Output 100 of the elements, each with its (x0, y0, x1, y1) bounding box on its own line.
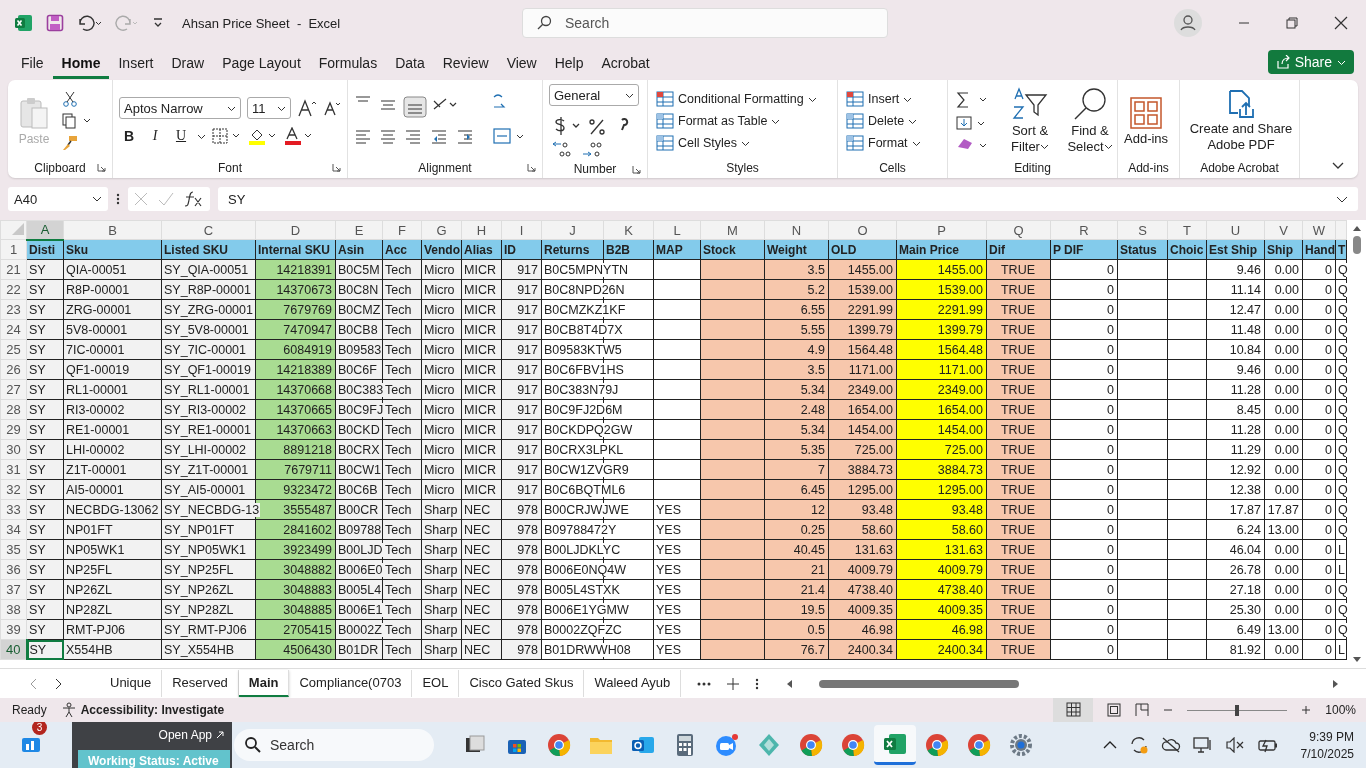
settings-icon[interactable] (1009, 733, 1033, 757)
column-header[interactable]: T (1183, 222, 1191, 238)
video-meeting-icon[interactable] (714, 733, 740, 757)
accessibility-status[interactable]: Accessibility: Investigate (60, 702, 225, 718)
customize-toolbar-icon[interactable] (152, 17, 164, 29)
sheet-tab[interactable]: Cisco Gated Skus (459, 670, 585, 697)
more-sheets-icon[interactable] (697, 681, 712, 686)
copy-icon[interactable] (62, 113, 92, 129)
excel-icon[interactable] (883, 731, 907, 756)
column-header[interactable]: I (519, 222, 524, 238)
scroll-left-icon[interactable] (785, 678, 794, 689)
find-select-button[interactable]: Find & Select (1064, 87, 1116, 155)
sheet-tab[interactable]: Reserved (162, 670, 239, 697)
sheet-tab[interactable]: Unique (100, 670, 163, 697)
taskbar-search-field[interactable]: Search (234, 729, 434, 761)
add-sheet-icon[interactable] (727, 677, 740, 690)
increase-font-icon[interactable] (297, 99, 317, 117)
scroll-thumb[interactable] (819, 679, 1020, 688)
column-header[interactable]: E (354, 222, 364, 238)
scroll-right-icon[interactable] (1332, 678, 1340, 689)
zoom-level[interactable]: 100% (1325, 703, 1356, 717)
font-color-icon[interactable] (284, 127, 314, 145)
chrome-icon[interactable] (841, 733, 865, 757)
font-size-dropdown[interactable]: 11 (247, 97, 291, 119)
style-menu-button[interactable]: Conditional Formatting (654, 90, 819, 108)
ribbon-tab[interactable]: Draw (162, 48, 214, 79)
chrome-icon[interactable] (925, 733, 949, 757)
column-header[interactable]: J (569, 222, 576, 238)
style-menu-button[interactable]: Cell Styles (654, 134, 819, 152)
column-header[interactable]: U (1230, 222, 1241, 238)
undo-icon[interactable] (76, 14, 102, 32)
sheet-tab[interactable]: EOL (412, 670, 460, 697)
sheet-tab[interactable]: Main (238, 670, 290, 697)
scroll-down-icon[interactable] (1351, 656, 1362, 664)
clock-time[interactable]: 9:39 PM (1309, 729, 1354, 744)
page-layout-icon[interactable] (1107, 703, 1122, 717)
clock-date[interactable]: 7/10/2025 (1300, 746, 1354, 761)
calculator-icon[interactable] (675, 733, 695, 757)
zoom-slider[interactable] (1235, 704, 1240, 716)
bold-button[interactable]: B (119, 128, 139, 144)
close-icon[interactable] (1334, 16, 1348, 30)
collapse-ribbon-icon[interactable] (1332, 162, 1344, 170)
cells-menu-button[interactable]: Delete (844, 112, 923, 130)
column-header[interactable]: D (290, 222, 301, 238)
column-header[interactable]: K (624, 222, 633, 238)
volume-muted-icon[interactable] (1224, 737, 1245, 753)
chevron-up-icon[interactable] (1102, 740, 1117, 750)
ribbon-tab[interactable]: Page Layout (213, 48, 310, 79)
expand-icon[interactable] (1336, 194, 1348, 204)
dialog-launcher-icon[interactable] (632, 165, 641, 174)
column-header[interactable]: P (937, 222, 946, 238)
dialog-launcher-icon[interactable] (97, 163, 106, 172)
create-pdf-button[interactable]: Create and Share Adobe PDF (1186, 89, 1296, 153)
battery-icon[interactable] (1256, 737, 1279, 753)
name-box[interactable]: A40 (8, 187, 108, 211)
column-header[interactable]: F (398, 222, 406, 238)
zoom-in-icon[interactable] (1301, 705, 1312, 715)
save-icon[interactable] (46, 14, 64, 32)
formula-field[interactable]: SY (218, 187, 1358, 211)
insert-function-icon[interactable] (184, 191, 204, 207)
column-header[interactable]: V (1279, 222, 1288, 238)
more-icon[interactable] (116, 193, 120, 205)
number-format-dropdown[interactable]: General (549, 84, 639, 106)
dialog-launcher-icon[interactable] (332, 163, 341, 172)
page-break-icon[interactable] (1135, 703, 1150, 717)
ribbon-tab[interactable]: Insert (109, 48, 163, 79)
ribbon-tab[interactable]: Help (545, 48, 593, 79)
column-header[interactable]: M (727, 222, 738, 238)
share-button[interactable]: Share (1267, 50, 1354, 74)
search-field[interactable]: Search (522, 8, 888, 38)
ribbon-tab[interactable]: View (497, 48, 546, 79)
chrome-icon[interactable] (967, 733, 991, 757)
sheet-tab[interactable]: Compliance(0703 (289, 670, 413, 697)
column-header[interactable]: B (108, 222, 117, 238)
scroll-up-icon[interactable] (1351, 224, 1362, 232)
column-header[interactable]: R (1079, 222, 1089, 238)
next-sheet-icon[interactable] (54, 677, 64, 690)
scroll-thumb[interactable] (1352, 236, 1361, 254)
sort-filter-button[interactable]: Sort & Filter (1004, 87, 1056, 155)
sheet-tab[interactable]: Waleed Ayub (584, 670, 682, 697)
network-icon[interactable] (1192, 736, 1213, 754)
italic-button[interactable]: I (145, 128, 165, 144)
column-header[interactable]: N (791, 222, 802, 238)
borders-icon[interactable] (212, 128, 242, 144)
ribbon-tab[interactable]: File (12, 48, 53, 79)
more-icon[interactable] (755, 677, 760, 690)
cells-menu-button[interactable]: Insert (844, 90, 923, 108)
ribbon-tab[interactable]: Data (386, 48, 434, 79)
format-painter-icon[interactable] (62, 135, 78, 151)
column-header[interactable]: S (1138, 222, 1147, 238)
ribbon-tab[interactable]: Formulas (309, 48, 387, 79)
column-header[interactable]: O (857, 222, 868, 238)
font-name-dropdown[interactable]: Aptos Narrow (119, 97, 241, 119)
style-menu-button[interactable]: Format as Table (654, 112, 819, 130)
column-header[interactable]: C (203, 222, 214, 238)
column-header[interactable]: L (673, 222, 681, 238)
underline-button[interactable]: U (171, 128, 191, 144)
open-app-button[interactable]: Open App (158, 728, 232, 742)
add-ins-button[interactable]: Add-ins (1124, 96, 1169, 146)
column-header[interactable]: Q (1013, 222, 1024, 238)
